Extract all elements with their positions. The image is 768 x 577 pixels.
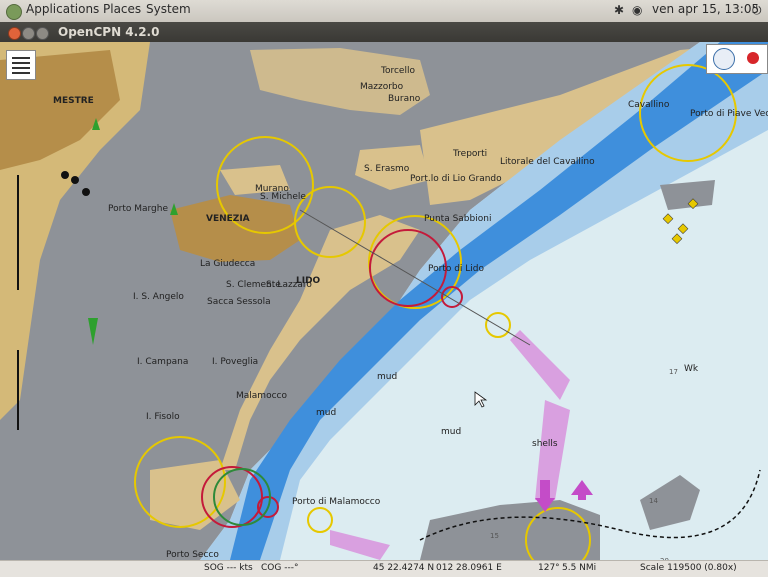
menu-applications[interactable]: Applications xyxy=(26,2,99,16)
status-latitude: 45 22.4274 N xyxy=(373,563,435,573)
label-porto-malamocco: Porto di Malamocco xyxy=(292,497,381,507)
label-mestre: MESTRE xyxy=(53,96,94,106)
status-distance: 5.5 NMi xyxy=(562,563,597,573)
status-longitude: 012 28.0961 E xyxy=(436,563,502,573)
status-cog: COG ---° xyxy=(261,563,299,573)
label-i-campana: I. Campana xyxy=(137,357,189,367)
label-s-angelo: I. S. Angelo xyxy=(133,292,184,302)
label-depth-17: 17 xyxy=(669,368,678,376)
label-cavallino: Cavallino xyxy=(628,100,670,110)
label-i-fisolo: I. Fisolo xyxy=(146,412,180,422)
label-porto-marghera: Porto Marghe xyxy=(108,204,168,214)
label-lido: LIDO xyxy=(296,276,321,286)
label-mud-1: mud xyxy=(377,372,398,382)
top-panel: Applications Places System ✱ ◉ ven apr 1… xyxy=(0,0,768,23)
label-venezia: VENEZIA xyxy=(206,214,250,224)
label-s-erasmo: S. Erasmo xyxy=(364,164,410,174)
label-shells: shells xyxy=(532,439,558,449)
label-mud-3: mud xyxy=(441,427,462,437)
label-porto-piave-vecchia: Porto di Piave Vec xyxy=(690,109,768,119)
label-torcello: Torcello xyxy=(381,66,415,76)
panel-logo-icon[interactable] xyxy=(6,4,22,20)
label-punta-sabbioni: Punta Sabbioni xyxy=(424,214,492,224)
clock[interactable]: ven apr 15, 13:05 xyxy=(652,2,759,16)
status-bar: SOG --- kts COG ---° 45 22.4274 N 012 28… xyxy=(0,560,768,577)
bluetooth-icon[interactable]: ✱ xyxy=(614,3,624,17)
label-mud-2: mud xyxy=(316,408,337,418)
label-porto-lio-grando: Port.lo di Lio Grando xyxy=(410,174,502,184)
gps-status-icon[interactable] xyxy=(747,52,759,64)
label-malamocco: Malamocco xyxy=(236,391,287,401)
label-treporti: Treporti xyxy=(453,149,488,159)
window-titlebar[interactable]: OpenCPN 4.2.0 xyxy=(0,22,768,42)
chart-graphics xyxy=(0,42,768,560)
close-button[interactable] xyxy=(8,27,21,40)
shoal-ne xyxy=(660,180,715,210)
chart-canvas[interactable]: MESTRE Porto Marghe VENEZIA Murano S. Mi… xyxy=(0,42,768,560)
label-porto-lido: Porto di Lido xyxy=(428,264,485,274)
menu-places[interactable]: Places xyxy=(103,2,141,16)
label-depth-15: 15 xyxy=(490,532,499,540)
compass-icon[interactable] xyxy=(713,48,735,70)
status-sog: SOG --- kts xyxy=(204,563,253,573)
compass-widget[interactable] xyxy=(706,44,768,74)
window-title: OpenCPN 4.2.0 xyxy=(58,25,160,39)
menu-system[interactable]: System xyxy=(146,2,191,16)
status-bearing: 127° xyxy=(538,563,560,573)
label-sacca-sessola: Sacca Sessola xyxy=(207,297,271,307)
power-icon[interactable]: ⏻ xyxy=(752,3,762,18)
status-scale: Scale 119500 (0.80x) xyxy=(640,563,737,573)
label-litorale-cavallino: Litorale del Cavallino xyxy=(500,157,595,167)
label-depth-14: 14 xyxy=(649,497,658,505)
maximize-button[interactable] xyxy=(36,27,49,40)
label-i-poveglia: I. Poveglia xyxy=(212,357,259,367)
minimize-button[interactable] xyxy=(22,27,35,40)
label-wreck: Wk xyxy=(684,364,699,374)
chart-toolbar-icon[interactable] xyxy=(6,50,36,80)
network-icon[interactable]: ◉ xyxy=(632,3,642,17)
label-s-michele: S. Michele xyxy=(260,192,306,202)
label-burano: Burano xyxy=(388,94,421,104)
label-porto-secco: Porto Secco xyxy=(166,550,219,560)
label-la-giudecca: La Giudecca xyxy=(200,259,256,269)
label-mazzorbo: Mazzorbo xyxy=(360,82,404,92)
